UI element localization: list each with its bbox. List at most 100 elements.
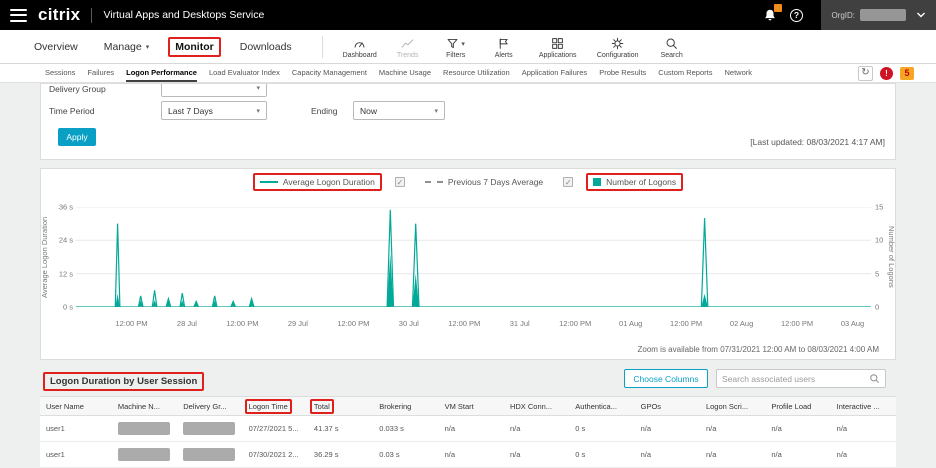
help-icon: ? xyxy=(790,9,803,22)
warning-alerts-badge[interactable]: 5 xyxy=(900,67,914,80)
logon-duration-chart[interactable] xyxy=(76,207,871,307)
table-cell: n/a xyxy=(439,424,504,433)
delivery-group-select[interactable]: ▾ xyxy=(161,83,267,97)
subnav-tab-machine-usage[interactable]: Machine Usage xyxy=(379,64,431,82)
column-header-total[interactable]: Total xyxy=(308,402,373,411)
table-cell: n/a xyxy=(765,450,830,459)
y-axis-tick-label: 15 xyxy=(875,203,883,212)
time-period-label: Time Period xyxy=(49,106,95,116)
redacted-value xyxy=(183,422,235,435)
main-navigation: Overview Manage▾ Monitor Downloads Dashb… xyxy=(0,30,936,64)
trends-icon xyxy=(401,37,414,50)
citrix-monitor-page: citrix Virtual Apps and Desktops Service… xyxy=(0,0,936,468)
search-input[interactable] xyxy=(722,374,869,384)
legend-average-logon-duration[interactable]: Average Logon Duration xyxy=(260,177,375,187)
help-button[interactable]: ? xyxy=(783,2,809,28)
delivery-group-label: Delivery Group xyxy=(49,84,106,94)
tool-label: Trends xyxy=(397,52,419,59)
table-cell: user1 xyxy=(40,424,112,433)
subnav-tab-probe-results[interactable]: Probe Results xyxy=(599,64,646,82)
search-icon[interactable] xyxy=(869,373,880,384)
nav-tools: Dashboard Trends ▾ Filters Alerts Applic… xyxy=(337,34,695,59)
legend-label: Average Logon Duration xyxy=(283,177,375,187)
refresh-button[interactable]: ↻ xyxy=(858,66,873,81)
column-header-label: Authentica... xyxy=(575,402,617,411)
column-header-brokering[interactable]: Brokering xyxy=(373,402,438,411)
top-bar: citrix Virtual Apps and Desktops Service… xyxy=(0,0,936,30)
column-header-gpos[interactable]: GPOs xyxy=(635,402,700,411)
ending-select[interactable]: Now▾ xyxy=(353,101,445,120)
tool-filters[interactable]: ▾ Filters xyxy=(433,34,479,59)
org-menu[interactable]: OrgID: xyxy=(821,0,936,30)
gear-icon xyxy=(611,37,624,50)
subnav-tab-resource-utilization[interactable]: Resource Utilization xyxy=(443,64,510,82)
subnav-tab-failures[interactable]: Failures xyxy=(87,64,114,82)
x-axis-tick-label: 12:00 PM xyxy=(337,319,369,328)
hamburger-menu-icon[interactable] xyxy=(10,9,27,22)
table-cell: n/a xyxy=(831,450,896,459)
x-axis-ticks: 12:00 PM28 Jul12:00 PM29 Jul12:00 PM30 J… xyxy=(76,319,871,329)
tool-search[interactable]: Search xyxy=(649,34,695,59)
subnav-tab-custom-reports[interactable]: Custom Reports xyxy=(658,64,712,82)
tool-configuration[interactable]: Configuration xyxy=(589,34,647,59)
search-box xyxy=(716,369,886,388)
column-header-label: Logon Scri... xyxy=(706,402,748,411)
line-swatch xyxy=(260,181,278,183)
tool-label: Alerts xyxy=(495,52,513,59)
notifications-button[interactable] xyxy=(757,2,783,28)
table-cell: 07/27/2021 5... xyxy=(243,424,308,433)
column-header-profile-load[interactable]: Profile Load xyxy=(765,402,830,411)
previous-average-checkbox[interactable]: ✓ xyxy=(395,177,405,187)
tool-applications[interactable]: Applications xyxy=(529,34,587,59)
subnav-tab-logon-performance[interactable]: Logon Performance xyxy=(126,64,197,82)
square-swatch xyxy=(593,178,601,186)
tool-dashboard[interactable]: Dashboard xyxy=(337,34,383,59)
column-header-hdx-conn[interactable]: HDX Conn... xyxy=(504,402,569,411)
nav-item-manage[interactable]: Manage▾ xyxy=(104,41,149,53)
time-period-select[interactable]: Last 7 Days▾ xyxy=(161,101,267,120)
column-header-logon-scri[interactable]: Logon Scri... xyxy=(700,402,765,411)
nav-item-monitor[interactable]: Monitor xyxy=(175,41,214,53)
tool-trends[interactable]: Trends xyxy=(385,34,431,59)
table-row[interactable]: user107/30/2021 2...36.29 s0.03 sn/an/a0… xyxy=(40,442,896,468)
legend-previous-7-days-average[interactable]: Previous 7 Days Average xyxy=(425,177,543,187)
column-header-delivery-gr[interactable]: Delivery Gr... xyxy=(177,402,242,411)
column-header-user-name[interactable]: User Name xyxy=(40,402,112,411)
column-header-authentica[interactable]: Authentica... xyxy=(569,402,634,411)
average-duration-line xyxy=(76,210,871,307)
table-cell: n/a xyxy=(439,450,504,459)
critical-alerts-badge[interactable]: ! xyxy=(880,67,893,80)
column-header-label: Profile Load xyxy=(771,402,811,411)
subnav-tab-load-evaluator-index[interactable]: Load Evaluator Index xyxy=(209,64,280,82)
column-header-label: Interactive ... xyxy=(837,402,880,411)
dashboard-icon xyxy=(353,37,366,50)
column-header-vm-start[interactable]: VM Start xyxy=(439,402,504,411)
column-header-logon-time[interactable]: Logon Time xyxy=(243,402,308,411)
x-axis-tick-label: 12:00 PM xyxy=(781,319,813,328)
caret-down-icon: ▾ xyxy=(461,40,465,48)
subnav-tab-network[interactable]: Network xyxy=(724,64,752,82)
notification-badge xyxy=(774,4,782,12)
zoom-availability-note: Zoom is available from 07/31/2021 12:00 … xyxy=(638,345,880,354)
subnav-tab-sessions[interactable]: Sessions xyxy=(45,64,75,82)
y-axis-tick-label: 5 xyxy=(875,269,879,278)
nav-item-downloads[interactable]: Downloads xyxy=(240,41,292,53)
table-cell: 0.03 s xyxy=(373,450,438,459)
legend-number-of-logons[interactable]: Number of Logons xyxy=(593,177,676,187)
table-row[interactable]: user107/27/2021 5...41.37 s0.033 sn/an/a… xyxy=(40,416,896,442)
tool-alerts[interactable]: Alerts xyxy=(481,34,527,59)
subnav-tab-capacity-management[interactable]: Capacity Management xyxy=(292,64,367,82)
table-cell: 36.29 s xyxy=(308,450,373,459)
column-header-interactive[interactable]: Interactive ... xyxy=(831,402,896,411)
legend-label: Number of Logons xyxy=(606,177,676,187)
column-header-machine-n[interactable]: Machine N... xyxy=(112,402,177,411)
table-cell xyxy=(112,448,177,461)
nav-item-overview[interactable]: Overview xyxy=(34,41,78,53)
column-header-label: Delivery Gr... xyxy=(183,402,226,411)
apply-button[interactable]: Apply xyxy=(58,128,96,146)
choose-columns-button[interactable]: Choose Columns xyxy=(624,369,708,388)
table-cell: n/a xyxy=(765,424,830,433)
subnav-tab-application-failures[interactable]: Application Failures xyxy=(522,64,587,82)
citrix-logo[interactable]: citrix xyxy=(38,5,80,25)
number-of-logons-checkbox[interactable]: ✓ xyxy=(563,177,573,187)
